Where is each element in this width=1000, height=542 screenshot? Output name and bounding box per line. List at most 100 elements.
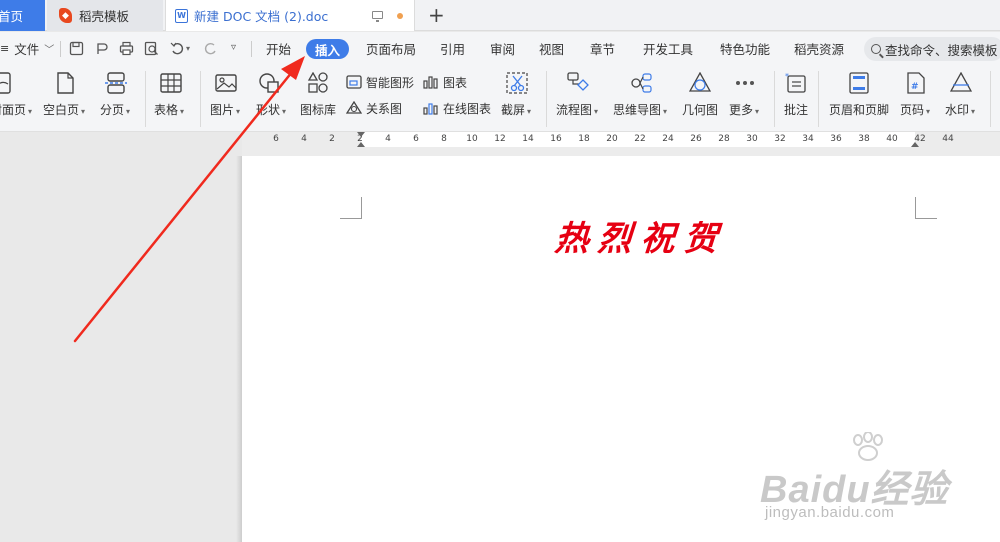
smart-graphic-button[interactable]: 智能图形 bbox=[346, 73, 414, 91]
tab-developer[interactable]: 开发工具 bbox=[643, 32, 693, 65]
document-title-text[interactable]: 热烈祝贺 bbox=[553, 211, 728, 260]
tab-home[interactable]: 首页 bbox=[0, 0, 45, 31]
svg-text:*: * bbox=[785, 72, 789, 81]
undo-icon[interactable] bbox=[170, 41, 185, 56]
undo-dropdown-icon[interactable]: ▾ bbox=[186, 44, 190, 53]
menu-lines-icon: ≡ bbox=[0, 42, 10, 55]
icon-library-button[interactable]: 图标库 bbox=[300, 101, 336, 118]
print-icon[interactable] bbox=[119, 41, 134, 56]
save-icon[interactable] bbox=[69, 41, 84, 56]
header-footer-button[interactable]: 页眉和页脚 bbox=[829, 101, 889, 118]
relationship-chart-button[interactable]: 关系图 bbox=[346, 99, 402, 117]
chart-button[interactable]: 图表 bbox=[423, 73, 467, 91]
comment-button[interactable]: 批注 bbox=[784, 101, 808, 118]
tab-page-layout[interactable]: 页面布局 bbox=[366, 32, 416, 65]
scissors-icon bbox=[506, 72, 528, 94]
tab-review[interactable]: 审阅 bbox=[490, 32, 515, 65]
tab-view[interactable]: 视图 bbox=[539, 32, 564, 65]
flowchart-icon bbox=[567, 72, 589, 91]
first-line-indent-handle[interactable] bbox=[357, 132, 365, 137]
picture-button[interactable]: 图片 ▾ bbox=[210, 101, 240, 118]
print-preview-icon[interactable] bbox=[144, 41, 159, 56]
hanging-indent-handle[interactable] bbox=[357, 142, 365, 147]
online-chart-label: 在线图表 bbox=[443, 101, 492, 116]
tab-start[interactable]: 开始 bbox=[266, 32, 291, 65]
new-tab-button[interactable]: + bbox=[428, 4, 445, 26]
divider bbox=[774, 71, 775, 127]
mind-map-button[interactable]: 思维导图 ▾ bbox=[613, 101, 667, 118]
divider bbox=[200, 71, 201, 127]
ruler-label: 24 bbox=[662, 134, 674, 144]
cover-page-icon bbox=[0, 72, 11, 94]
caret-down-icon: ▾ bbox=[663, 107, 668, 116]
file-menu[interactable]: ≡ 文件 ﹀ bbox=[0, 32, 54, 65]
picture-label: 图片 bbox=[210, 103, 235, 117]
divider bbox=[818, 71, 819, 127]
ruler-label: 10 bbox=[466, 134, 478, 144]
divider bbox=[990, 71, 991, 127]
divider bbox=[251, 41, 252, 57]
watermark-icon bbox=[950, 72, 972, 92]
flowchart-button[interactable]: 流程图 ▾ bbox=[556, 101, 598, 118]
chevron-down-icon: ﹀ bbox=[44, 45, 55, 56]
tab-features[interactable]: 特色功能 bbox=[720, 32, 770, 65]
page-number-button[interactable]: 页码 ▾ bbox=[900, 101, 930, 118]
tab-document-label: 新建 DOC 文档 (2).doc bbox=[194, 9, 329, 24]
blank-page-label: 空白页 bbox=[43, 103, 80, 117]
document-page[interactable]: 热烈祝贺 bbox=[242, 156, 1000, 542]
more-button[interactable]: 更多 ▾ bbox=[729, 101, 759, 118]
ruler-label: 6 bbox=[273, 134, 279, 144]
customize-toolbar-icon[interactable]: ▿ bbox=[231, 42, 236, 53]
mind-map-icon bbox=[631, 73, 652, 93]
chart-label: 图表 bbox=[443, 75, 468, 90]
ribbon-insert: 封面页▾ 空白页▾ 分页▾ 表格▾ 图片▾ 形状▾ 图标库 智能图形 关系图 图… bbox=[0, 65, 1000, 132]
page-break-button[interactable]: 分页 ▾ bbox=[100, 101, 130, 118]
icon-library-icon bbox=[307, 72, 328, 93]
blank-page-button[interactable]: 空白页 ▾ bbox=[43, 101, 85, 118]
menu-bar: ≡ 文件 ﹀ ▾ ▿ 开始 插入 页面布局 引用 审阅 视图 章节 开发工具 特… bbox=[0, 32, 1000, 65]
shapes-button[interactable]: 形状 ▾ bbox=[256, 101, 286, 118]
blank-page-icon bbox=[57, 72, 74, 94]
word-doc-icon: W bbox=[175, 8, 188, 23]
monitor-icon[interactable] bbox=[372, 11, 383, 22]
svg-text:#: # bbox=[911, 82, 919, 92]
geometry-button[interactable]: 几何图 bbox=[682, 101, 718, 118]
watermark-button[interactable]: 水印 ▾ bbox=[945, 101, 975, 118]
ruler-label: 38 bbox=[858, 134, 870, 144]
page-number-icon: # bbox=[907, 72, 925, 94]
divider bbox=[145, 71, 146, 127]
tab-docer-resources[interactable]: 稻壳资源 bbox=[794, 32, 844, 65]
caret-down-icon: ▾ bbox=[926, 107, 931, 116]
caret-down-icon: ▾ bbox=[28, 107, 33, 116]
ruler-label: 6 bbox=[413, 134, 419, 144]
tab-template[interactable]: ◆ 稻壳模板 bbox=[47, 0, 163, 31]
ruler-label: 28 bbox=[718, 134, 730, 144]
command-search-input[interactable]: 查找命令、搜索模板 bbox=[864, 37, 1000, 61]
docer-logo-icon: ◆ bbox=[59, 8, 72, 23]
canvas-background bbox=[0, 132, 242, 542]
redo-icon[interactable] bbox=[203, 41, 218, 56]
page-break-label: 分页 bbox=[100, 103, 125, 117]
tab-references[interactable]: 引用 bbox=[440, 32, 465, 65]
tab-document[interactable]: W 新建 DOC 文档 (2).doc bbox=[165, 0, 415, 31]
ruler-label: 30 bbox=[746, 134, 758, 144]
ruler-label: 44 bbox=[942, 134, 954, 144]
online-chart-button[interactable]: 在线图表 bbox=[423, 99, 491, 117]
tab-insert[interactable]: 插入 bbox=[306, 39, 350, 59]
screenshot-button[interactable]: 截屏 ▾ bbox=[501, 101, 531, 118]
search-placeholder: 查找命令、搜索模板 bbox=[885, 42, 998, 58]
relationship-chart-label: 关系图 bbox=[366, 101, 403, 116]
smart-graphic-label: 智能图形 bbox=[366, 75, 415, 90]
horizontal-ruler[interactable]: 6 4 2 2 4 6 8 10 12 14 16 18 20 22 24 26 28 30 32 34 36 38 40 4… bbox=[242, 132, 1000, 156]
tab-chapter[interactable]: 章节 bbox=[590, 32, 615, 65]
table-button[interactable]: 表格 ▾ bbox=[154, 101, 184, 118]
caret-down-icon: ▾ bbox=[594, 107, 599, 116]
output-icon[interactable] bbox=[95, 41, 110, 56]
ruler-label: 8 bbox=[441, 134, 447, 144]
cover-page-button[interactable]: 封面页▾ bbox=[0, 101, 32, 118]
ruler-label: 4 bbox=[301, 134, 307, 144]
mind-map-label: 思维导图 bbox=[613, 103, 662, 117]
ruler-label: 32 bbox=[774, 134, 786, 144]
caret-down-icon: ▾ bbox=[755, 107, 760, 116]
right-indent-handle[interactable] bbox=[911, 142, 919, 147]
